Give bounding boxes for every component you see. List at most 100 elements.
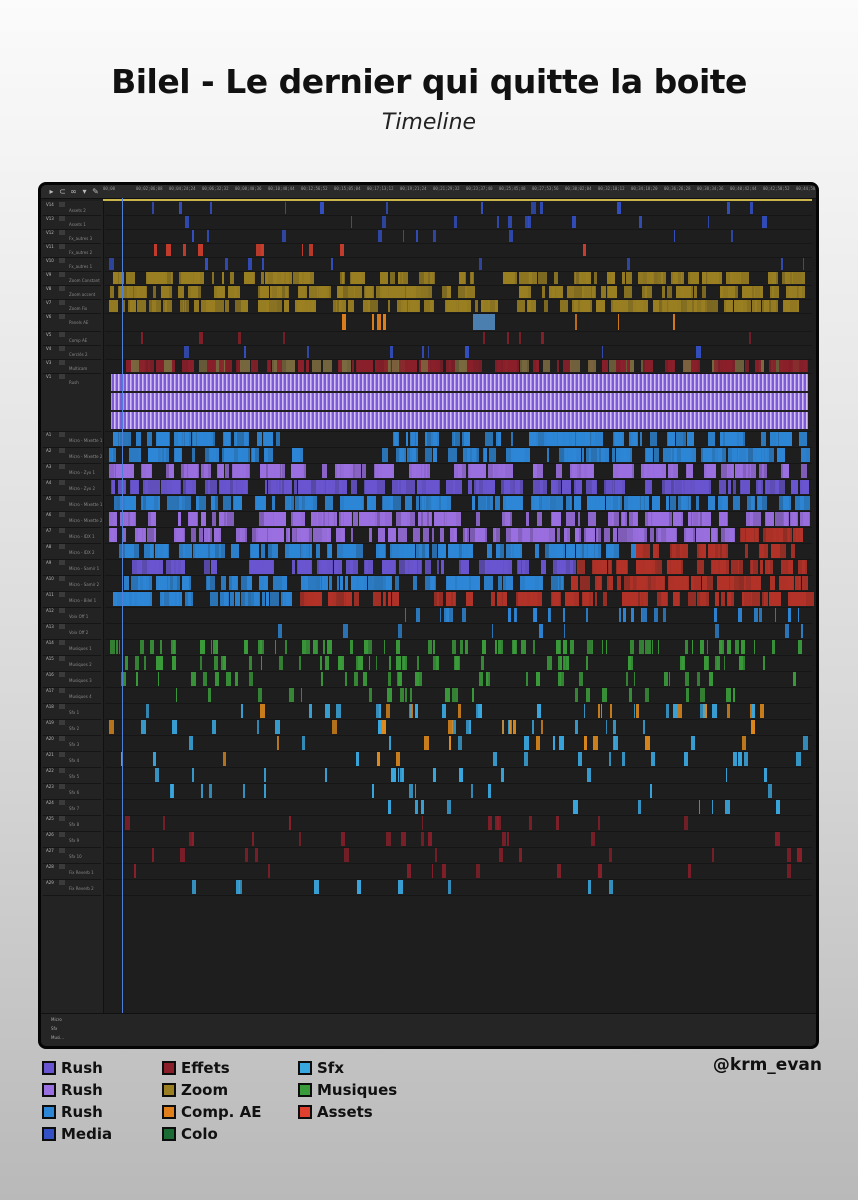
time-ruler[interactable]: 00;00 00;02;06;08 00;04;24;24 00;06;32;32 00… bbox=[103, 185, 816, 198]
clip[interactable] bbox=[591, 640, 594, 654]
clip[interactable] bbox=[692, 640, 694, 654]
clip[interactable] bbox=[136, 560, 147, 574]
clip[interactable] bbox=[466, 448, 471, 462]
clip[interactable] bbox=[298, 272, 302, 284]
clip[interactable] bbox=[217, 286, 224, 298]
clip[interactable] bbox=[309, 244, 314, 256]
clip[interactable] bbox=[119, 544, 128, 558]
clip[interactable] bbox=[109, 258, 114, 270]
clip[interactable] bbox=[143, 592, 150, 606]
clip[interactable] bbox=[725, 360, 735, 372]
clip[interactable] bbox=[479, 360, 483, 372]
clip[interactable] bbox=[150, 496, 154, 510]
clip[interactable] bbox=[737, 752, 742, 766]
track-header-a27[interactable]: A27 Sfx 10 bbox=[43, 847, 101, 864]
track-toggle-icon[interactable] bbox=[59, 332, 65, 337]
clip[interactable] bbox=[556, 528, 560, 542]
clip[interactable] bbox=[208, 480, 218, 494]
clip[interactable] bbox=[300, 544, 310, 558]
clip[interactable] bbox=[180, 300, 184, 312]
clip[interactable] bbox=[728, 592, 735, 606]
clip[interactable] bbox=[613, 736, 618, 750]
clip[interactable] bbox=[691, 576, 701, 590]
clip[interactable] bbox=[597, 864, 603, 878]
clip[interactable] bbox=[774, 832, 780, 846]
clip[interactable] bbox=[610, 272, 616, 284]
clip[interactable] bbox=[407, 300, 417, 312]
clip[interactable] bbox=[638, 640, 644, 654]
clip[interactable] bbox=[626, 272, 632, 284]
clip[interactable] bbox=[617, 300, 624, 312]
clip[interactable] bbox=[641, 528, 645, 542]
clip[interactable] bbox=[244, 346, 246, 358]
track-header-v13[interactable]: V13 Assets 1 bbox=[43, 215, 101, 230]
clip[interactable] bbox=[404, 544, 412, 558]
clip[interactable] bbox=[243, 432, 249, 446]
clip[interactable] bbox=[521, 560, 530, 574]
clip[interactable] bbox=[199, 360, 207, 372]
clip[interactable] bbox=[532, 528, 538, 542]
clip[interactable] bbox=[735, 360, 744, 372]
clip[interactable] bbox=[298, 360, 304, 372]
clip[interactable] bbox=[188, 432, 192, 446]
clip[interactable] bbox=[448, 720, 453, 734]
clip[interactable] bbox=[784, 512, 789, 526]
clip[interactable] bbox=[791, 480, 799, 494]
clip[interactable] bbox=[280, 464, 285, 478]
clip[interactable] bbox=[463, 448, 466, 462]
clip[interactable] bbox=[593, 272, 597, 284]
clip[interactable] bbox=[519, 848, 523, 862]
clip[interactable] bbox=[158, 672, 160, 686]
clip[interactable] bbox=[674, 512, 677, 526]
clip[interactable] bbox=[367, 496, 377, 510]
clip[interactable] bbox=[424, 736, 429, 750]
clip[interactable] bbox=[597, 816, 600, 830]
clip[interactable] bbox=[671, 544, 682, 558]
clip[interactable] bbox=[586, 272, 592, 284]
clip[interactable] bbox=[254, 848, 258, 862]
clip[interactable] bbox=[235, 880, 240, 894]
clip[interactable] bbox=[785, 360, 794, 372]
clip[interactable] bbox=[763, 768, 767, 782]
clip[interactable] bbox=[430, 360, 437, 372]
clip[interactable] bbox=[459, 272, 463, 284]
clip[interactable] bbox=[721, 592, 725, 606]
clip[interactable] bbox=[495, 816, 500, 830]
clip[interactable] bbox=[398, 768, 400, 782]
clip[interactable] bbox=[687, 464, 693, 478]
clip[interactable] bbox=[112, 432, 118, 446]
clip[interactable] bbox=[526, 672, 528, 686]
ae-comp-clip[interactable] bbox=[473, 314, 495, 330]
clip[interactable] bbox=[801, 464, 808, 478]
clip[interactable] bbox=[191, 432, 196, 446]
track-toggle-icon[interactable] bbox=[59, 592, 65, 597]
clip[interactable] bbox=[492, 624, 494, 638]
clip[interactable] bbox=[276, 360, 283, 372]
clip[interactable] bbox=[415, 800, 419, 814]
clip[interactable] bbox=[240, 448, 249, 462]
clip[interactable] bbox=[282, 230, 286, 242]
clip[interactable] bbox=[293, 480, 298, 494]
clip[interactable] bbox=[666, 704, 669, 718]
clip[interactable] bbox=[714, 592, 718, 606]
track-lane-v3[interactable] bbox=[105, 359, 812, 374]
clip[interactable] bbox=[339, 300, 347, 312]
clip[interactable] bbox=[354, 672, 358, 686]
clip[interactable] bbox=[471, 784, 473, 798]
clip[interactable] bbox=[151, 848, 154, 862]
clip[interactable] bbox=[226, 672, 231, 686]
clip[interactable] bbox=[441, 864, 447, 878]
clip[interactable] bbox=[680, 496, 686, 510]
clip[interactable] bbox=[200, 544, 211, 558]
clip[interactable] bbox=[750, 576, 760, 590]
clip[interactable] bbox=[650, 432, 657, 446]
clip[interactable] bbox=[570, 560, 577, 574]
clip[interactable] bbox=[221, 272, 224, 284]
clip[interactable] bbox=[379, 360, 389, 372]
clip[interactable] bbox=[201, 512, 207, 526]
clip[interactable] bbox=[718, 576, 725, 590]
clip[interactable] bbox=[351, 360, 354, 372]
clip[interactable] bbox=[125, 272, 135, 284]
clip[interactable] bbox=[113, 592, 116, 606]
clip[interactable] bbox=[421, 816, 424, 830]
